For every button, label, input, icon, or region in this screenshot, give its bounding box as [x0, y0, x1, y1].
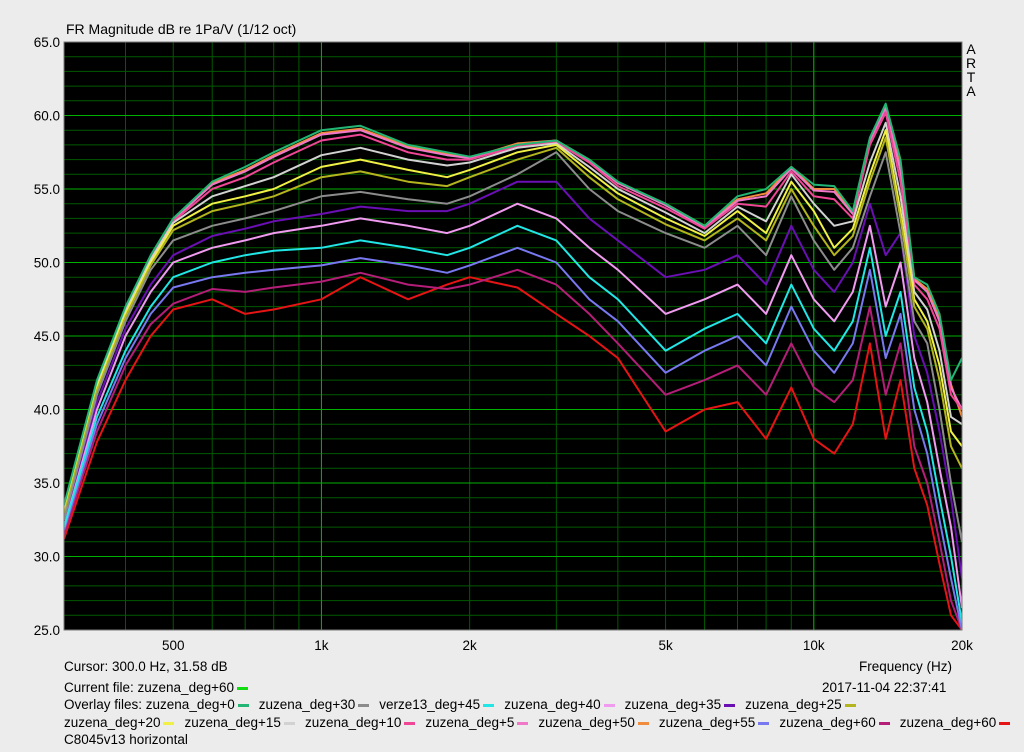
brand-letter: A — [966, 83, 976, 99]
brand-letter: T — [966, 69, 976, 85]
legend-swatch — [283, 721, 295, 725]
legend-swatch — [483, 703, 495, 707]
legend-swatch — [878, 721, 890, 725]
legend-swatch — [844, 703, 856, 707]
legend-entry-label: zuzena_deg+40 — [504, 697, 601, 712]
x-tick-label: 20k — [951, 638, 973, 653]
y-tick-label: 55.0 — [34, 182, 60, 197]
y-tick-label: 35.0 — [34, 476, 60, 491]
x-tick-label: 2k — [463, 638, 478, 653]
timestamp: 2017-11-04 22:37:41 — [822, 680, 947, 695]
brand-letter: A — [966, 41, 976, 57]
x-axis-label: Frequency (Hz) — [859, 659, 953, 674]
overlay-legend-row-1: Overlay files: zuzena_deg+0 zuzena_deg+30… — [64, 697, 866, 712]
x-tick-label: 1k — [314, 638, 329, 653]
legend-entry-label: zuzena_deg+50 — [538, 715, 635, 730]
legend-entry-label: zuzena_deg+30 — [258, 697, 356, 712]
y-tick-label: 50.0 — [34, 256, 60, 271]
legend-entry-label: zuzena_deg+20 — [64, 715, 161, 730]
current-file-swatch — [237, 686, 248, 690]
legend-swatch — [724, 703, 736, 707]
y-tick-label: 45.0 — [34, 329, 60, 344]
legend-entry-label: verze13_deg+45 — [379, 697, 481, 712]
legend-entry-label: zuzena_deg+25 — [745, 697, 842, 712]
legend-swatch — [237, 703, 249, 707]
x-tick-label: 500 — [162, 638, 185, 653]
legend-swatch — [758, 721, 770, 725]
legend-swatch — [163, 721, 175, 725]
brand-label: A R T A — [964, 42, 978, 98]
caption: C8045v13 horizontal — [64, 732, 188, 747]
overlay-prefix: Overlay files: — [64, 697, 146, 712]
overlay-legend-row-2: zuzena_deg+20 zuzena_deg+15 zuzena_deg+10 z… — [64, 715, 1020, 730]
brand-letter: R — [965, 55, 977, 71]
current-file: Current file: zuzena_deg+60 — [64, 680, 258, 695]
legend-entry-label: zuzena_deg+5 — [425, 715, 515, 730]
y-tick-label: 30.0 — [34, 550, 60, 565]
x-tick-label: 5k — [658, 638, 673, 653]
legend-entry-label: zuzena_deg+35 — [624, 697, 722, 712]
legend-swatch — [404, 721, 416, 725]
legend-swatch — [999, 721, 1011, 725]
legend-swatch — [637, 721, 649, 725]
legend-entry-label: zuzena_deg+0 — [145, 697, 235, 712]
y-tick-label: 25.0 — [34, 623, 60, 638]
y-tick-label: 60.0 — [34, 109, 60, 124]
legend-entry-label: zuzena_deg+55 — [658, 715, 756, 730]
chart-title: FR Magnitude dB re 1Pa/V (1/12 oct) — [66, 21, 297, 37]
y-tick-label: 40.0 — [34, 403, 60, 418]
current-file-label: Current file: zuzena_deg+60 — [64, 680, 234, 695]
legend-swatch — [517, 721, 529, 725]
cursor-readout: Cursor: 300.0 Hz, 31.58 dB — [64, 659, 228, 674]
legend-swatch — [358, 703, 370, 707]
legend-entry-label: zuzena_deg+10 — [304, 715, 402, 730]
legend-entry-label: zuzena_deg+15 — [184, 715, 281, 730]
frequency-response-plot: 25.0 30.0 35.0 40.0 45.0 50.0 55.0 60.0 65.0 500 1… — [34, 35, 973, 653]
y-tick-label: 65.0 — [34, 35, 60, 50]
legend-entry-label: zuzena_deg+60 — [899, 715, 997, 730]
legend-entry-label: zuzena_deg+60 — [779, 715, 876, 730]
x-tick-label: 10k — [803, 638, 825, 653]
legend-swatch — [603, 703, 615, 707]
